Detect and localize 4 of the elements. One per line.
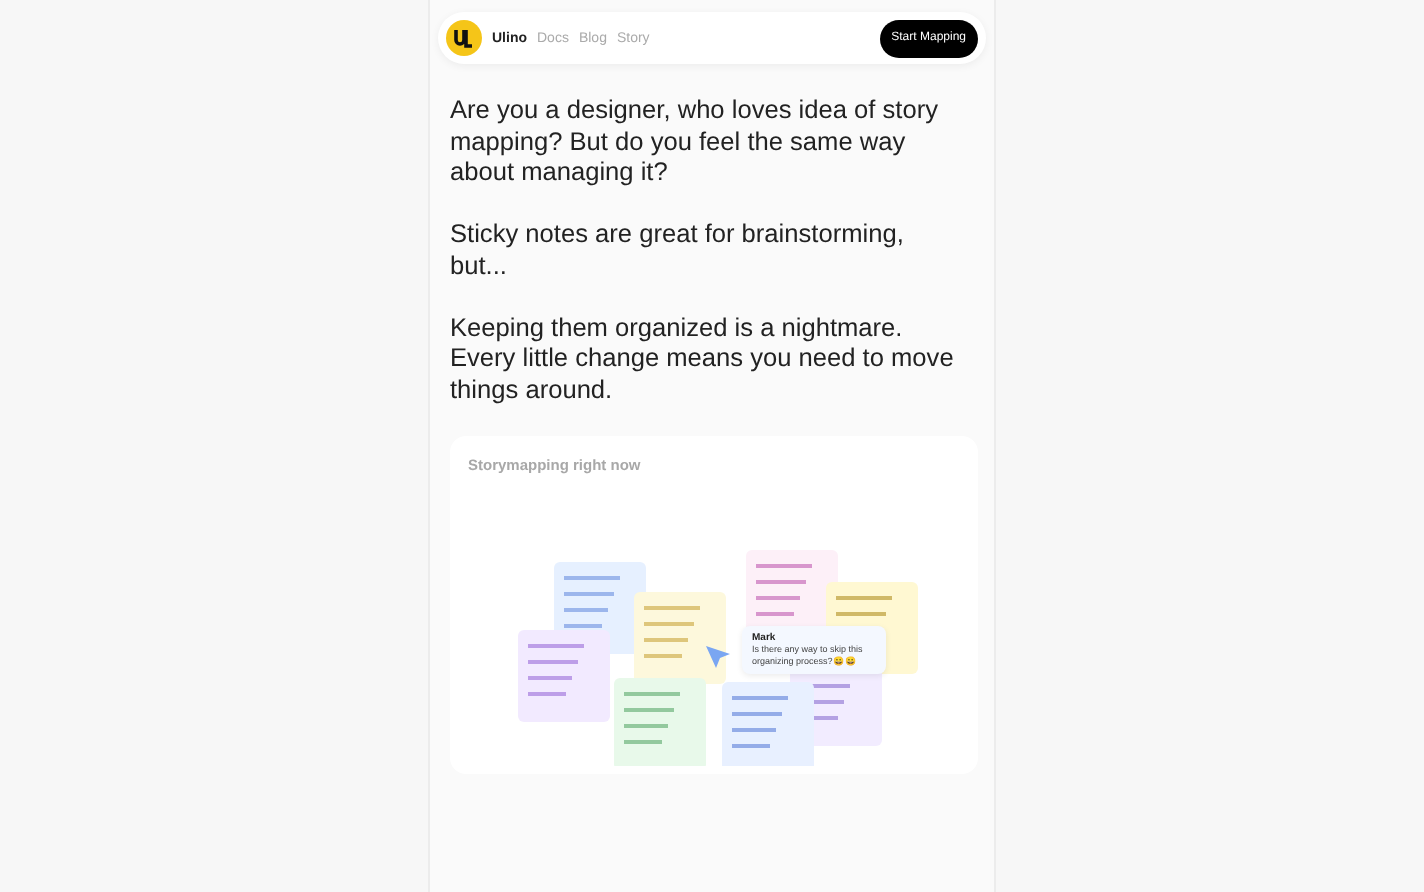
paragraph: Keeping them organized is a nightmare. Every little change means you need to move things around. — [450, 311, 954, 404]
paragraph: Are you a designer, who loves idea of story mapping? But do you feel the same way about managing it? — [450, 94, 940, 187]
paragraph: Sticky notes are great for brainstorming, but... — [450, 218, 906, 280]
logo-icon[interactable] — [446, 20, 482, 56]
